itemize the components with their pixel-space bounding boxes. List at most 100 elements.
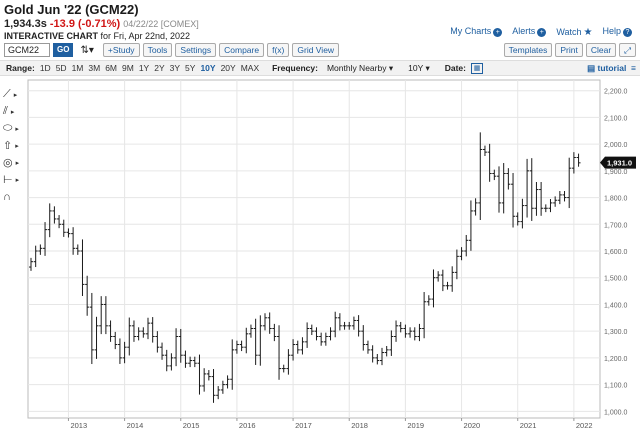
ohlc-bar	[464, 234, 469, 257]
ohlc-bar	[286, 349, 291, 375]
ohlc-bar	[459, 247, 464, 261]
ohlc-bar	[562, 191, 567, 202]
ohlc-bar	[553, 196, 558, 207]
range-label: Range:	[6, 63, 35, 73]
ohlc-bar	[473, 198, 478, 216]
ohlc-bar	[248, 324, 253, 338]
help-icon: ?	[623, 28, 632, 37]
shape-tool-icon[interactable]: ⬭ ▸	[3, 120, 25, 137]
ohlc-bar	[267, 312, 272, 334]
range-option-1m[interactable]: 1M	[72, 63, 84, 73]
period-select[interactable]: 10Y ▾	[408, 63, 430, 74]
last-price: 1,934.3s	[4, 18, 47, 30]
range-option-9m[interactable]: 9M	[122, 63, 134, 73]
range-option-1d[interactable]: 1D	[40, 63, 51, 73]
tools-button[interactable]: Tools	[142, 43, 173, 57]
range-option-20y[interactable]: 20Y	[221, 63, 236, 73]
ohlc-bar	[239, 340, 244, 352]
magnet-icon[interactable]: ∩	[3, 188, 25, 205]
measure-tool-icon[interactable]: ⊢ ▸	[3, 171, 25, 188]
print-button[interactable]: Print	[555, 43, 583, 57]
bar-type-icon[interactable]: ⇅▾	[80, 45, 93, 56]
ohlc-bar	[534, 182, 539, 216]
frequency-select[interactable]: Monthly Nearby ▾	[327, 63, 393, 74]
x-tick-label: 2015	[183, 421, 200, 430]
plot-frame	[27, 79, 601, 419]
help-link[interactable]: Help?	[602, 26, 632, 37]
circle-tool-icon[interactable]: ◎ ▸	[3, 154, 25, 171]
ohlc-bar	[394, 320, 399, 342]
plus-icon: +	[537, 28, 547, 37]
ohlc-bar	[300, 337, 305, 355]
ohlc-bar	[47, 203, 52, 238]
range-option-3m[interactable]: 3M	[88, 63, 100, 73]
range-option-1y[interactable]: 1Y	[139, 63, 149, 73]
ohlc-bar	[548, 199, 553, 213]
watch-link[interactable]: Watch ★	[556, 27, 592, 38]
study-button[interactable]: +Study	[102, 43, 140, 57]
ohlc-bar	[131, 320, 136, 342]
ohlc-bar	[468, 200, 473, 251]
range-option-2y[interactable]: 2Y	[154, 63, 164, 73]
ohlc-bar	[277, 325, 282, 380]
expand-icon[interactable]: ⤢	[619, 43, 636, 57]
ohlc-bar	[309, 324, 314, 336]
y-tick-label: 1,300.0	[604, 329, 627, 336]
fx-button[interactable]: f(x)	[267, 43, 290, 57]
ohlc-bar	[103, 296, 108, 335]
ohlc-bar	[506, 168, 511, 190]
ohlc-bar	[272, 323, 277, 342]
ohlc-bar	[43, 222, 48, 256]
ohlc-bar	[89, 292, 94, 365]
tutorial-link[interactable]: ▤ tutorial ≡	[587, 63, 636, 74]
ohlc-bar	[356, 315, 361, 337]
ohlc-bar	[398, 321, 403, 333]
ohlc-bar	[571, 152, 576, 174]
ohlc-bar	[108, 320, 113, 342]
ohlc-bar	[61, 219, 66, 237]
ohlc-bar	[365, 340, 370, 354]
channel-tool-icon[interactable]: ⫽ ▸	[3, 103, 25, 120]
y-tick-label: 1,100.0	[604, 383, 627, 390]
line-tool-icon[interactable]: ⟋ ▸	[3, 86, 25, 103]
ohlc-bar	[155, 331, 160, 353]
y-tick-label: 1,500.0	[604, 276, 627, 283]
go-button[interactable]: GO	[53, 43, 74, 57]
range-option-3y[interactable]: 3Y	[170, 63, 180, 73]
clear-button[interactable]: Clear	[585, 43, 617, 57]
range-option-5d[interactable]: 5D	[56, 63, 67, 73]
ohlc-bar	[174, 328, 179, 367]
ohlc-bar	[529, 158, 534, 221]
alerts-link[interactable]: Alerts +	[512, 26, 547, 37]
range-option-5y[interactable]: 5Y	[185, 63, 195, 73]
ohlc-bar	[281, 364, 286, 373]
range-option-max[interactable]: MAX	[241, 63, 259, 73]
arrow-tool-icon[interactable]: ⇧ ▸	[3, 137, 25, 154]
grid-view-button[interactable]: Grid View	[292, 43, 340, 57]
ohlc-bar	[328, 327, 333, 341]
ohlc-bar	[487, 143, 492, 182]
quote-date: 04/22/22 [COMEX]	[123, 19, 199, 29]
calendar-icon[interactable]: ▦	[471, 62, 483, 74]
compare-button[interactable]: Compare	[219, 43, 265, 57]
date-label: Date:	[444, 63, 466, 73]
settings-button[interactable]: Settings	[175, 43, 217, 57]
last-price-label: 1,931.0	[607, 159, 632, 168]
ohlc-bar	[183, 350, 188, 368]
x-tick-label: 2022	[576, 421, 593, 430]
my-charts-link[interactable]: My Charts +	[450, 26, 503, 37]
ohlc-bar	[192, 356, 197, 368]
templates-button[interactable]: Templates	[503, 43, 553, 57]
range-option-6m[interactable]: 6M	[105, 63, 117, 73]
ohlc-bar	[80, 239, 85, 296]
x-tick-label: 2019	[407, 421, 424, 430]
subtitle-bold: INTERACTIVE CHART	[4, 31, 98, 41]
y-tick-label: 2,200.0	[604, 89, 627, 96]
page-title: Gold Jun '22 (GCM22)	[4, 2, 139, 17]
y-tick-label: 1,600.0	[604, 249, 627, 256]
symbol-input[interactable]: GCM22	[4, 43, 50, 57]
ohlc-bar	[117, 338, 122, 364]
y-tick-label: 1,400.0	[604, 302, 627, 309]
range-option-10y[interactable]: 10Y	[200, 63, 215, 73]
frequency-label: Frequency:	[272, 63, 318, 73]
